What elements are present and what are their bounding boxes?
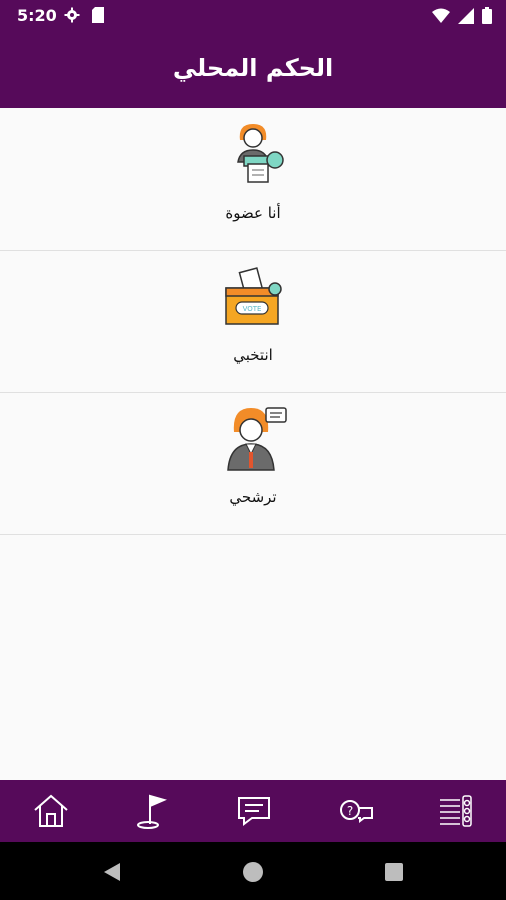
- status-time: 5:20: [17, 6, 57, 25]
- nav-schedule-icon[interactable]: [436, 792, 476, 830]
- menu-item-member[interactable]: أنا عضوة: [0, 108, 506, 251]
- member-speaker-icon: [218, 118, 288, 188]
- svg-text:?: ?: [347, 804, 353, 818]
- system-nav-bar: [0, 842, 506, 900]
- signal-icon: [458, 7, 474, 28]
- page-title: الحكم المحلي: [172, 54, 334, 82]
- menu-item-vote[interactable]: VOTE انتخبي: [0, 250, 506, 393]
- menu-item-label: ترشحي: [229, 488, 277, 506]
- back-icon[interactable]: [100, 860, 124, 884]
- svg-text:VOTE: VOTE: [243, 305, 262, 313]
- sd-card-icon: [92, 7, 104, 27]
- gear-icon: [64, 7, 80, 27]
- bottom-nav: ?: [0, 780, 506, 842]
- menu-item-label: أنا عضوة: [225, 204, 281, 222]
- nav-flag-icon[interactable]: [132, 792, 172, 830]
- menu-item-candidate[interactable]: ترشحي: [0, 392, 506, 535]
- recents-icon[interactable]: [382, 860, 406, 884]
- vote-box-icon: VOTE: [218, 260, 288, 330]
- home-circle-icon[interactable]: [241, 860, 265, 884]
- app-bar: الحكم المحلي: [0, 32, 506, 108]
- nav-home-icon[interactable]: [31, 792, 71, 830]
- menu-list: أنا عضوة VOTE انتخبي ترشحي: [0, 108, 506, 780]
- menu-item-label: انتخبي: [233, 346, 273, 364]
- nav-message-icon[interactable]: [234, 792, 274, 830]
- status-bar: 5:20: [0, 0, 506, 32]
- battery-icon: [482, 7, 492, 28]
- nav-faq-chat-icon[interactable]: ?: [336, 792, 376, 830]
- wifi-icon: [432, 8, 450, 28]
- candidate-woman-icon: [218, 402, 288, 472]
